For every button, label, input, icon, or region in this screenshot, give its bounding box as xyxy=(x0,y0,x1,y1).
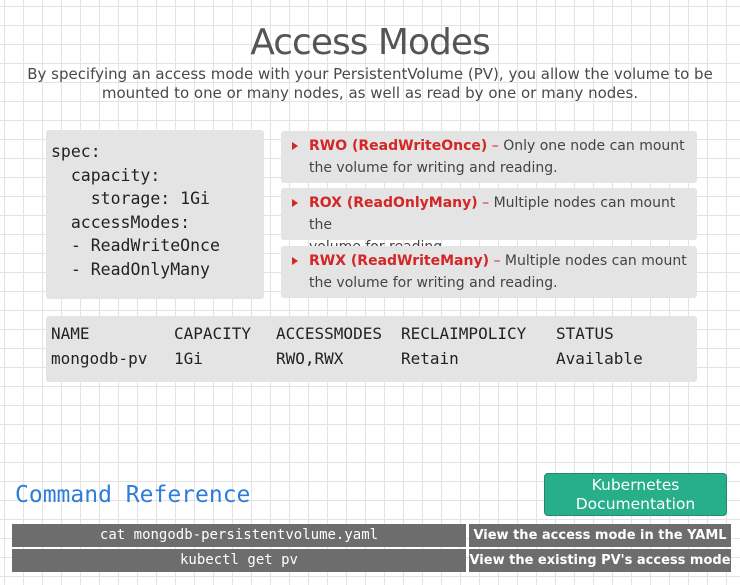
command-description: View the access mode in the YAML xyxy=(469,524,731,547)
code-line: storage: 1Gi xyxy=(51,189,210,208)
mode-description: Multiple nodes can mount xyxy=(504,253,687,269)
code-line: - ReadOnlyMany xyxy=(51,259,210,279)
kubernetes-docs-button[interactable]: Kubernetes Documentation xyxy=(544,473,727,516)
access-mode-rwx: RWX (ReadWriteMany) – Multiple nodes can… xyxy=(281,246,697,298)
pv-table: NAME CAPACITY ACCESSMODES RECLAIMPOLICY … xyxy=(46,316,697,382)
code-line: - ReadWriteOnce xyxy=(51,236,220,255)
mode-separator: – xyxy=(489,253,505,269)
mode-description: the volume for writing and reading. xyxy=(309,160,558,176)
mode-description: Only one node can mount xyxy=(503,138,685,154)
command-row: cat mongodb-persistentvolume.yaml View t… xyxy=(12,524,731,547)
table-header-cell: ACCESSMODES xyxy=(276,324,382,343)
page-subtitle: By specifying an access mode with your P… xyxy=(20,65,720,103)
table-cell: Available xyxy=(556,349,643,368)
subtitle-line-2: mounted to one or many nodes, as well as… xyxy=(101,84,639,102)
table-cell: Retain xyxy=(401,349,459,368)
pv-table-header: NAME CAPACITY ACCESSMODES RECLAIMPOLICY … xyxy=(46,322,697,346)
mode-separator: – xyxy=(487,138,504,154)
command-reference-title: Command Reference xyxy=(15,482,251,508)
command-description: View the existing PV's access mode xyxy=(469,549,731,572)
command-row: kubectl get pv View the existing PV's ac… xyxy=(12,549,731,572)
table-header-cell: NAME xyxy=(51,324,90,343)
page-title: Access Modes xyxy=(250,22,491,63)
docs-button-label: Documentation xyxy=(575,495,696,513)
code-line: accessModes: xyxy=(51,212,191,232)
table-header-cell: STATUS xyxy=(556,324,614,343)
subtitle-line-1: By specifying an access mode with your P… xyxy=(27,65,713,83)
docs-button-label: Kubernetes xyxy=(591,476,680,494)
spec-code-block: spec: capacity: storage: 1Gi accessModes… xyxy=(46,130,264,299)
table-cell: 1Gi xyxy=(174,349,203,368)
table-header-cell: RECLAIMPOLICY xyxy=(401,324,527,343)
mode-name: RWX (ReadWriteMany) xyxy=(309,253,489,269)
access-mode-rwo: RWO (ReadWriteOnce) – Only one node can … xyxy=(281,131,697,183)
mode-name: ROX (ReadOnlyMany) xyxy=(309,195,478,211)
table-row: mongodb-pv 1Gi RWO,RWX Retain Available xyxy=(46,347,697,371)
table-cell: mongodb-pv xyxy=(51,349,148,368)
mode-separator: – xyxy=(477,195,494,211)
code-line: capacity: xyxy=(51,165,161,185)
table-cell: RWO,RWX xyxy=(276,349,344,368)
triangle-bullet-icon xyxy=(292,199,298,207)
command-text[interactable]: kubectl get pv xyxy=(12,549,466,572)
command-text[interactable]: cat mongodb-persistentvolume.yaml xyxy=(12,524,466,547)
triangle-bullet-icon xyxy=(292,257,298,265)
mode-description: the volume for writing and reading. xyxy=(309,275,558,291)
code-line: spec: xyxy=(51,142,101,161)
access-mode-rox: ROX (ReadOnlyMany) – Multiple nodes can … xyxy=(281,188,697,255)
triangle-bullet-icon xyxy=(292,142,298,150)
table-header-cell: CAPACITY xyxy=(174,324,252,343)
mode-name: RWO (ReadWriteOnce) xyxy=(309,138,488,154)
